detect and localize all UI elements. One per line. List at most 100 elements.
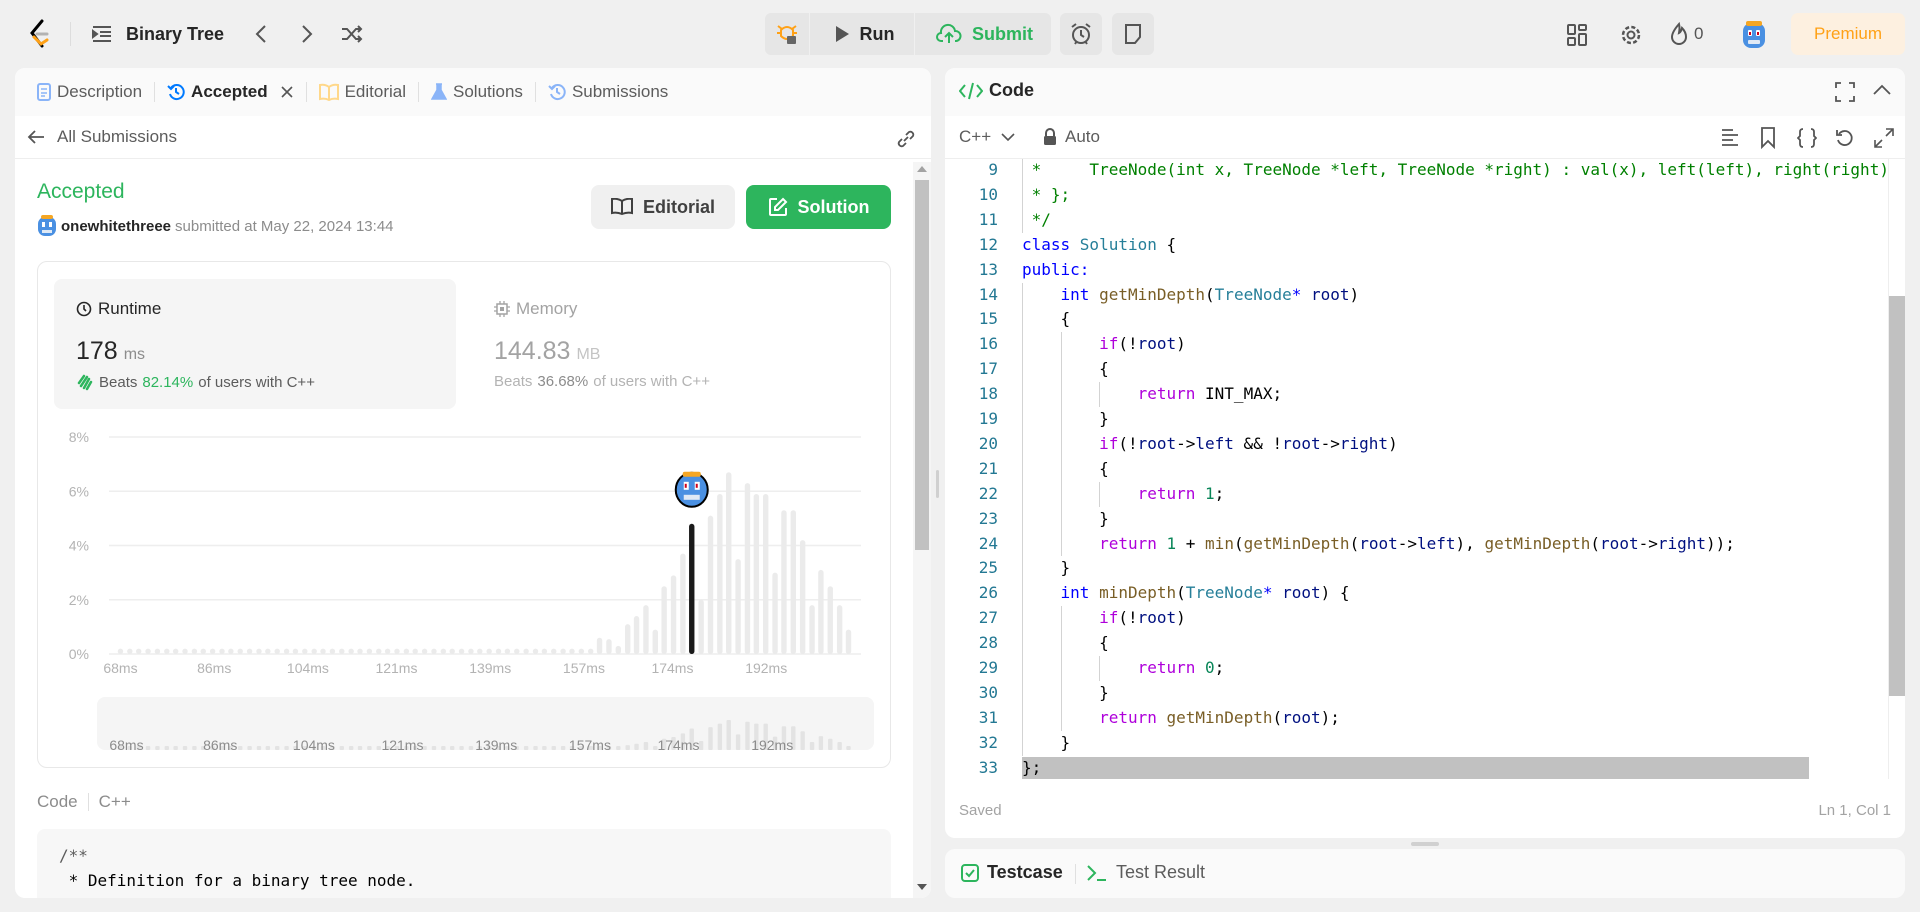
code-line[interactable]: 21 { [945,457,1905,482]
tab-label: Submissions [571,82,669,101]
expand-icon[interactable] [1874,128,1894,148]
line-number: 23 [978,508,998,528]
code-line[interactable]: 27 if(!root) [945,606,1905,631]
close-icon[interactable] [280,85,294,99]
code-token: 1 [1205,483,1215,503]
bookmark-icon[interactable] [1760,127,1776,149]
all-submissions-link[interactable]: All Submissions [27,127,177,147]
random-problem-button[interactable] [340,22,364,46]
code-line[interactable]: 30 } [945,681,1905,706]
code-editor[interactable]: 9 * TreeNode(int x, TreeNode *left, Tree… [945,159,1905,779]
code-token: -> [1176,433,1196,453]
code-line[interactable]: 32 } [945,731,1905,756]
problem-list-button[interactable]: Binary Tree [92,22,224,46]
scroll-down-icon[interactable] [917,884,927,890]
tab-submissions[interactable]: Submissions [540,82,676,102]
editorial-button[interactable]: Editorial [591,185,735,229]
link-icon[interactable] [895,128,917,150]
code-tab[interactable]: Code [959,80,1034,101]
prev-problem-button[interactable] [250,22,272,46]
code-line[interactable]: 17 { [945,357,1905,382]
code-token: } [1022,732,1071,752]
minimap-bar [818,736,824,750]
tab-accepted[interactable]: Accepted [159,82,302,102]
user-avatar-marker[interactable] [674,471,709,508]
tab-solutions[interactable]: Solutions [423,82,531,102]
code-token: return [1137,384,1206,404]
panel-resize-handle[interactable] [936,470,939,498]
premium-button[interactable]: Premium [1791,13,1905,55]
bar [698,599,704,654]
code-text: { [1022,307,1071,332]
history-icon [167,84,185,101]
code-line[interactable]: 33}; [945,756,1905,779]
chevron-up-icon[interactable] [1873,84,1891,96]
reset-icon[interactable] [1835,128,1855,148]
runtime-distribution-chart[interactable]: 0% 2% 4% 6% 8% 68ms 86ms 104ms 121ms 139ms 157ms 17… [38,262,892,769]
scroll-up-icon[interactable] [917,166,927,172]
code-line[interactable]: 14 int getMinDepth(TreeNode* root) [945,283,1905,308]
user-avatar-icon[interactable] [37,215,57,237]
tab-testcase[interactable]: Testcase [961,862,1063,883]
code-token: + [1176,533,1206,553]
code-token: min [1205,533,1234,553]
code-line[interactable]: 18 return INT_MAX; [945,382,1905,407]
user-avatar[interactable] [1740,20,1768,50]
braces-icon[interactable] [1797,128,1817,148]
bar [274,648,280,654]
solution-button[interactable]: Solution [746,185,891,229]
code-line[interactable]: 16 if(!root) [945,332,1905,357]
code-token: if [1099,334,1119,354]
code-line[interactable]: 9 * TreeNode(int x, TreeNode *left, Tree… [945,159,1905,183]
code-line[interactable]: 24 return 1 + min(getMinDepth(root->left… [945,532,1905,557]
code-line[interactable]: 15 { [945,307,1905,332]
all-submissions-label: All Submissions [57,127,177,146]
scrollbar-thumb[interactable] [915,180,929,550]
tab-test-result[interactable]: Test Result [1086,862,1205,883]
language-select[interactable]: C++ [959,127,1015,147]
vertical-resize-handle[interactable] [1411,842,1439,846]
editor-scrollbar[interactable] [1888,159,1905,779]
settings-button[interactable] [1618,22,1644,48]
testcase-panel: Testcase Test Result [945,849,1905,898]
run-button[interactable]: Run [815,13,913,55]
format-icon[interactable] [1721,128,1739,148]
code-line[interactable]: 20 if(!root->left && !root->right) [945,432,1905,457]
layout-button[interactable] [1564,22,1590,48]
edit-icon [768,197,787,216]
code-line[interactable]: 10 * }; [945,183,1905,208]
username-link[interactable]: onewhitethreee [61,218,171,235]
tab-editorial[interactable]: Editorial [311,82,414,102]
code-text: return 1; [1022,482,1225,507]
fullscreen-icon[interactable] [1835,82,1855,102]
submit-button[interactable]: Submit [918,13,1051,55]
submitted-code-block[interactable]: /** * Definition for a binary tree node. [37,829,891,898]
code-line[interactable]: 23 } [945,507,1905,532]
code-text: */ [1022,208,1051,233]
code-line[interactable]: 29 return 0; [945,656,1905,681]
timer-button[interactable] [1060,13,1102,55]
code-line[interactable]: 11 */ [945,208,1905,233]
scrollbar-thumb[interactable] [1889,296,1905,696]
code-line[interactable]: 22 return 1; [945,482,1905,507]
minimap-bar [182,746,188,750]
tab-description[interactable]: Description [29,82,150,102]
streak-counter[interactable]: 0 [1670,20,1703,48]
code-line[interactable]: 28 { [945,631,1905,656]
minimap-bar [726,720,731,750]
code-line[interactable]: 12 class Solution { [945,233,1905,258]
bar [357,648,363,654]
auto-mode-toggle[interactable]: Auto [1043,127,1100,147]
code-line[interactable]: 19 } [945,407,1905,432]
code-line[interactable]: 26 int minDepth(TreeNode* root) { [945,581,1905,606]
bar [394,648,400,654]
book-icon [318,83,339,101]
code-line[interactable]: 31 return getMinDepth(root); [945,706,1905,731]
code-line[interactable]: 25 } [945,556,1905,581]
next-problem-button[interactable] [296,22,318,46]
scrollbar[interactable] [913,162,931,898]
leetcode-logo[interactable] [26,18,54,50]
code-line[interactable]: 13 public: [945,258,1905,283]
debug-button[interactable] [765,13,809,55]
notes-button[interactable] [1112,13,1154,55]
